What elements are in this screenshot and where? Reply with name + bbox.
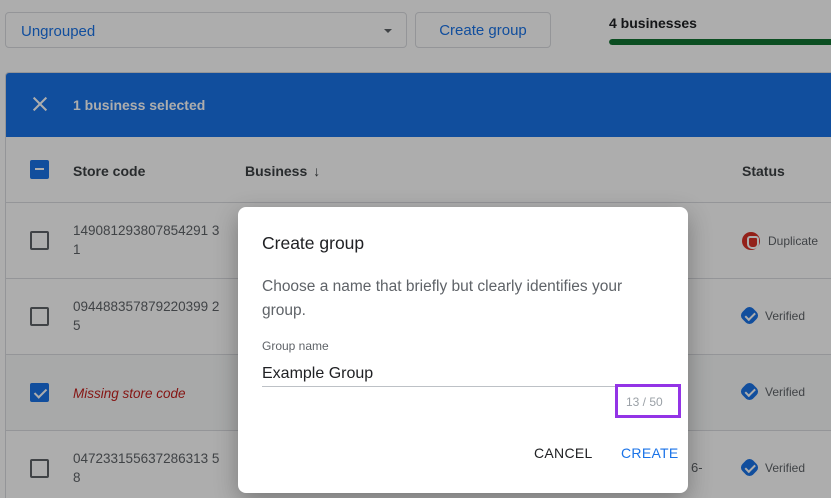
character-counter: 13 / 50 — [626, 395, 663, 409]
cancel-button[interactable]: CANCEL — [534, 445, 593, 461]
dialog-title: Create group — [262, 233, 365, 253]
create-group-dialog: Create group Choose a name that briefly … — [238, 207, 688, 493]
dialog-description: Choose a name that briefly but clearly i… — [262, 278, 623, 319]
group-name-label: Group name — [262, 339, 329, 353]
create-button[interactable]: CREATE — [621, 445, 679, 461]
group-name-input[interactable] — [262, 361, 616, 387]
